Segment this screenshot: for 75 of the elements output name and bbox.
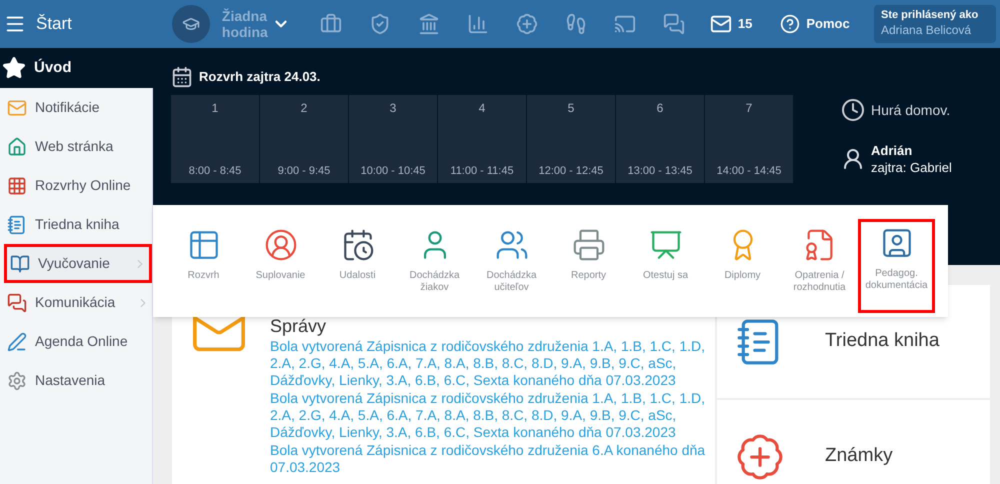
briefcase-icon[interactable] [320,13,342,35]
messages-title: Správy [270,315,328,337]
shortcut-card[interactable]: Známky [717,400,990,484]
period-time: 12:00 - 12:45 [538,164,604,178]
calendar-icon [171,66,193,88]
help-link[interactable]: Pomoc [806,14,850,34]
chart-board-icon [648,228,682,262]
star-icon [2,56,26,80]
period-cell[interactable]: 7 14:00 - 14:45 [705,95,793,183]
message-count: 15 [738,15,752,34]
period-cell[interactable]: 6 13:00 - 13:45 [616,95,704,183]
mail-icon[interactable] [710,13,732,35]
period-number: 4 [478,100,486,117]
login-label: Ste prihlásený ako [881,8,980,22]
period-cell[interactable]: 3 10:00 - 10:45 [349,95,437,183]
sidebar-label: Triedna kniha [35,215,120,234]
notebook-icon [7,214,27,234]
cast-icon[interactable] [614,13,636,35]
settings-icon [7,370,27,390]
period-cell[interactable]: 5 12:00 - 12:45 [527,95,615,183]
mail-icon [7,98,27,118]
period-number: 6 [656,100,664,117]
name-day-tomorrow: zajtra: Gabriel [871,159,952,176]
period-number: 7 [746,100,752,117]
person-icon [841,147,865,171]
start-label[interactable]: Štart [36,11,72,37]
period-time: 8:00 - 8:45 [188,164,242,178]
period-time: 14:00 - 14:45 [716,164,782,178]
printer-icon [572,228,606,262]
sidebar-label: Web stránka [35,137,114,156]
user-box[interactable]: Ste prihlásený ako Adriana Belicová [874,5,996,43]
period-number: 5 [568,100,574,117]
sidebar-item[interactable]: Notifikácie [4,88,152,127]
sidebar-item[interactable]: Web stránka [4,127,152,166]
book-icon [10,254,30,274]
sidebar-label: Nastavenia [35,371,106,390]
period-cell[interactable]: 1 8:00 - 8:45 [171,95,259,183]
name-day-name: Adrián [871,142,914,159]
sidebar-label: Notifikácie [35,98,100,117]
period-time: 10:00 - 10:45 [360,164,426,178]
person-icon [264,228,298,262]
clock-icon [841,98,865,122]
period-time: 13:00 - 13:45 [628,164,692,178]
sidebar-label: Rozvrhy Online [35,176,131,195]
sidebar-item[interactable]: Triedna kniha [4,205,152,244]
grid-icon [7,176,27,196]
lesson-avatar [172,5,210,43]
period-number: 3 [390,100,396,117]
sidebar-item[interactable]: Agenda Online [4,322,152,361]
bar-chart-icon[interactable] [466,13,489,35]
period-number: 2 [300,100,308,117]
bank-icon[interactable] [418,13,440,35]
chat-icon[interactable] [662,13,685,35]
sidebar-item[interactable]: Rozvrhy Online [4,166,152,205]
footprints-icon[interactable] [564,13,587,35]
sidebar-label: Komunikácia [35,293,116,312]
period-time: 11:00 - 11:45 [450,164,514,178]
period-cell[interactable]: 2 9:00 - 9:45 [260,95,348,183]
chat-icon [7,292,27,312]
sidebar-item[interactable]: Vyučovanie [4,244,152,283]
sidebar-label: Agenda Online [35,332,128,351]
period-cell[interactable]: 4 11:00 - 11:45 [438,95,526,183]
status-text: Hurá domov. [871,100,950,120]
sidebar-label: Vyučovanie [38,254,110,273]
help-icon[interactable] [780,14,800,34]
user-name: Adriana Belicová [881,22,972,38]
home-icon [7,136,27,156]
period-number: 1 [212,100,218,117]
people-icon [494,228,528,262]
schedule-title: Rozvrh zajtra 24.03. [199,68,320,86]
sidebar-item[interactable]: Nastavenia [4,361,152,400]
sidebar-item[interactable]: Komunikácia [4,283,152,322]
pen-icon [7,332,27,352]
home-row[interactable]: Úvod [0,48,153,88]
period-time: 9:00 - 9:45 [278,164,330,178]
